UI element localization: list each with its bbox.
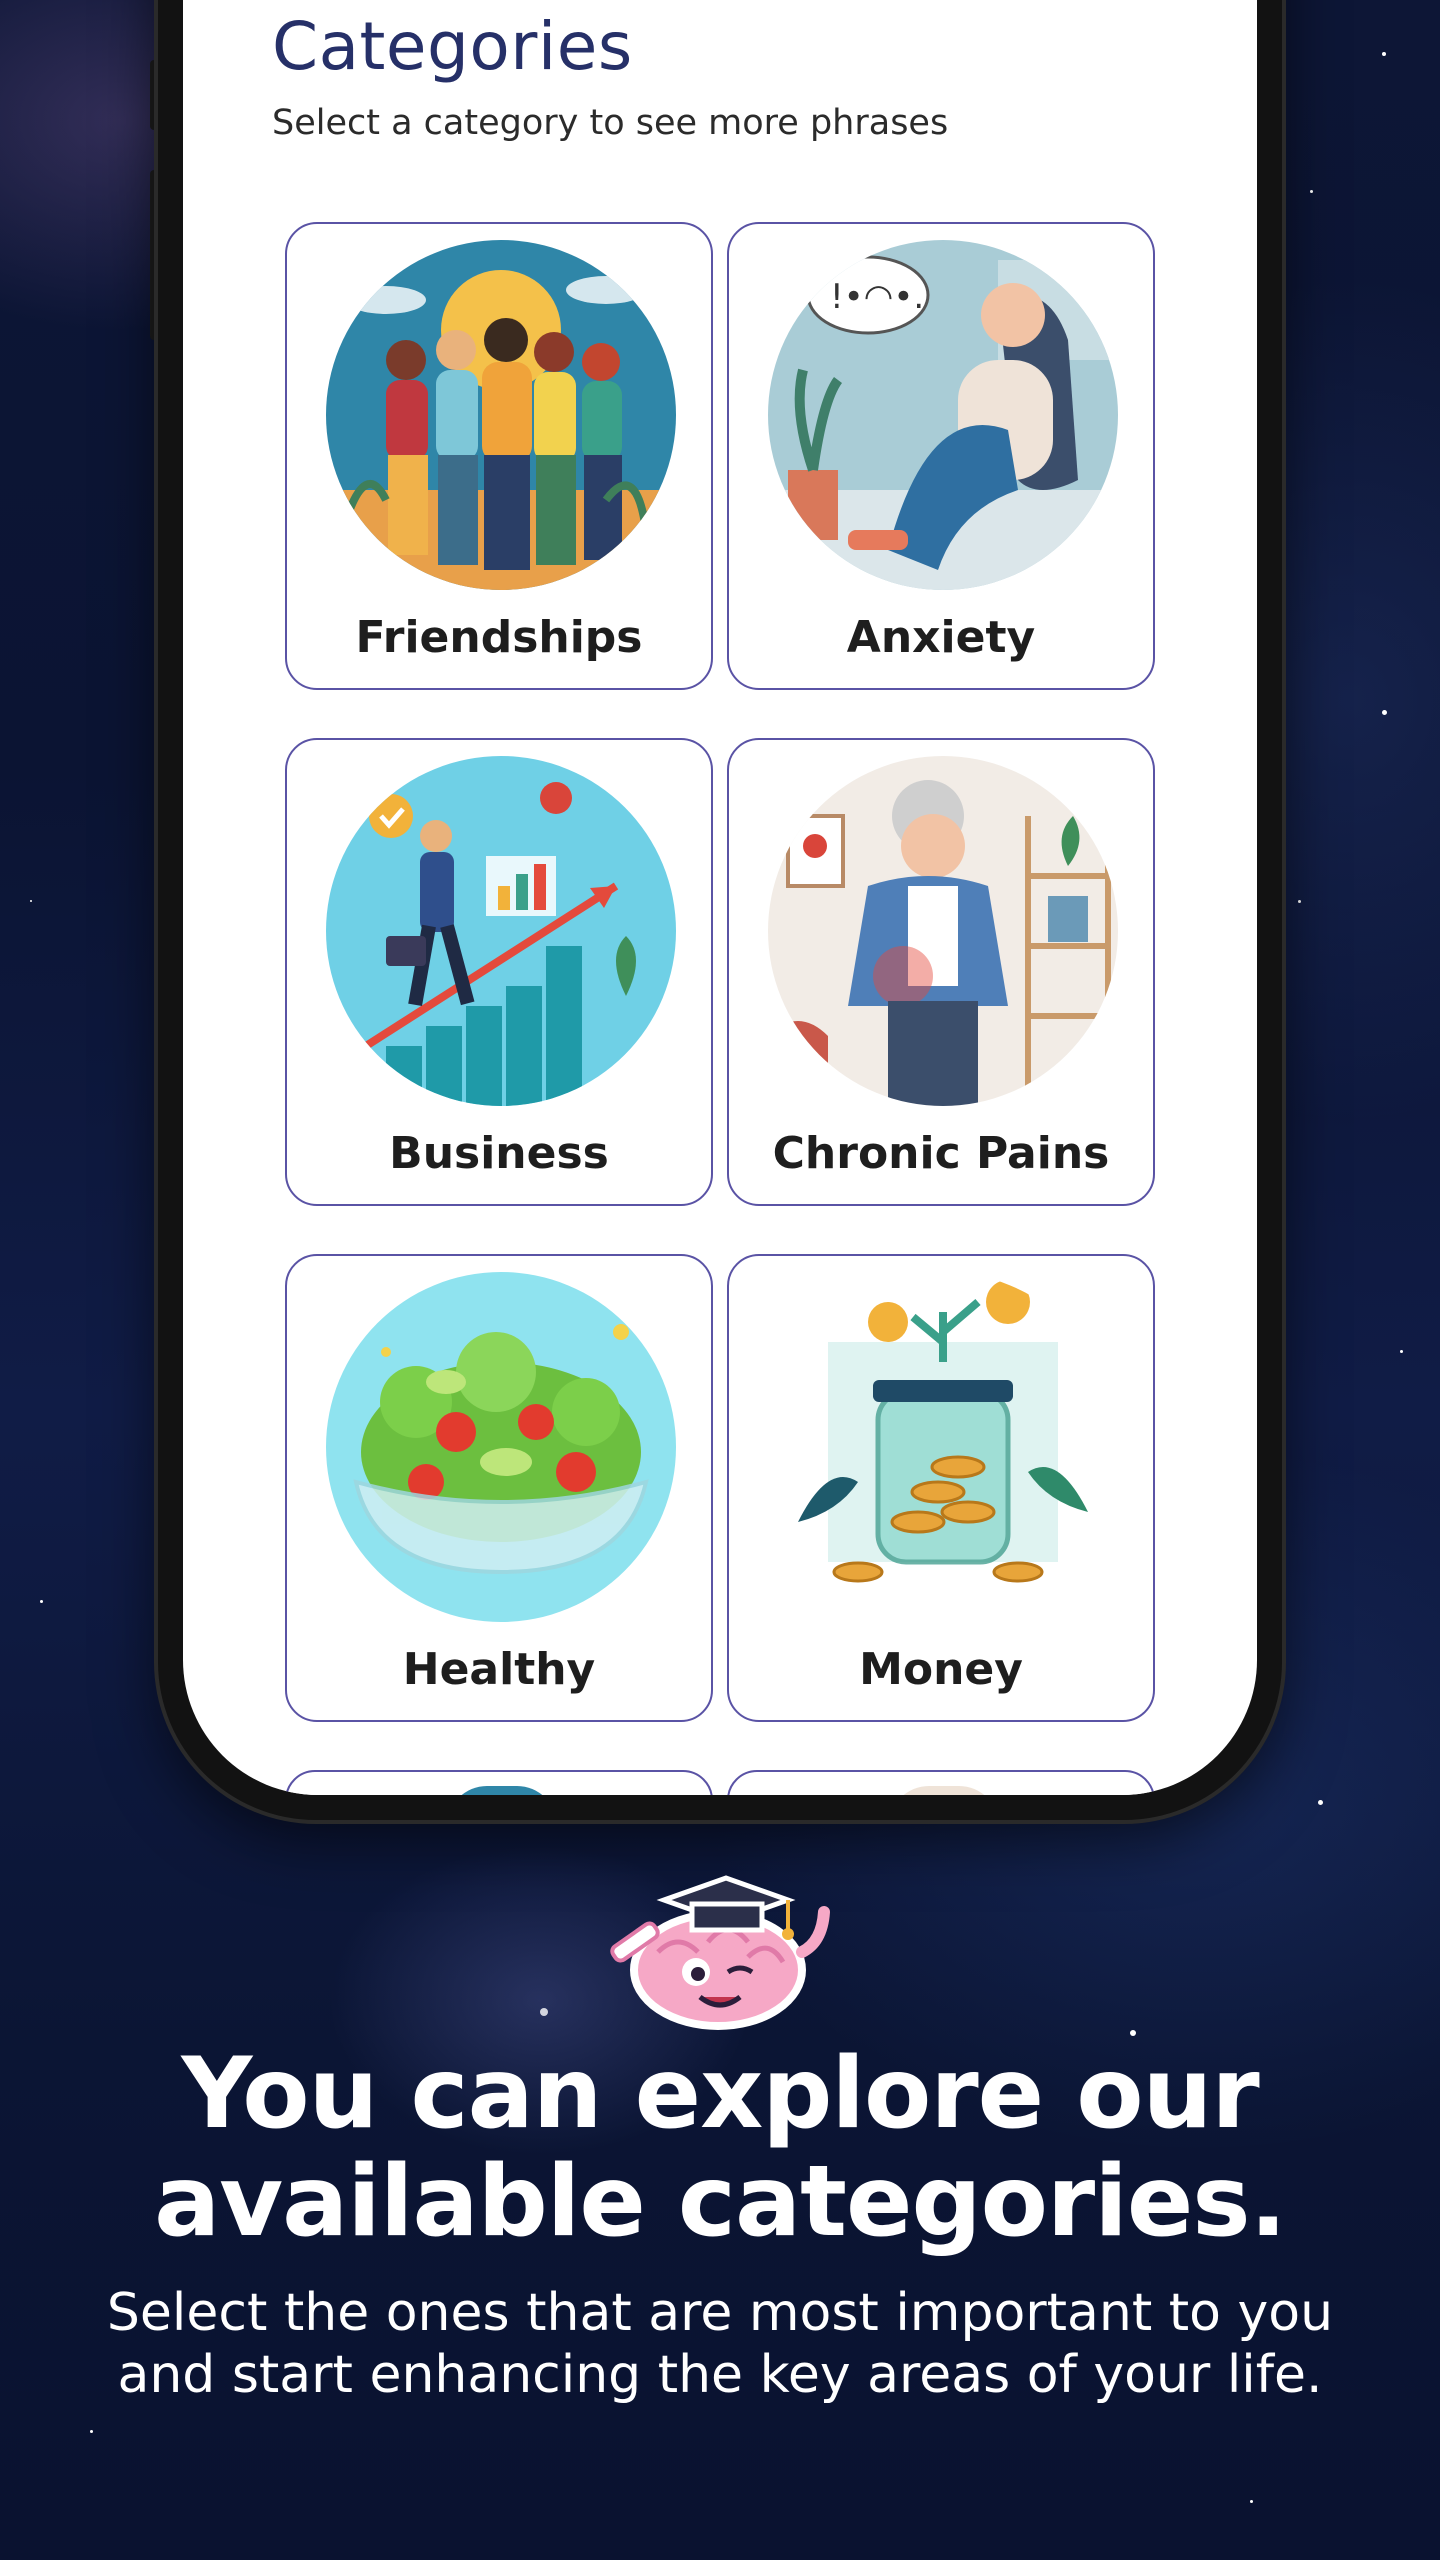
category-illustration-partial <box>447 1786 557 1795</box>
category-label: Healthy <box>402 1644 596 1695</box>
promo-description: Select the ones that are most important … <box>0 2282 1440 2406</box>
category-illustration-partial <box>889 1786 999 1795</box>
anxiety-illustration: !•◠•. <box>768 240 1118 590</box>
category-label: Friendships <box>355 612 643 663</box>
page-subtitle: Select a category to see more phrases <box>272 103 949 143</box>
category-label: Chronic Pains <box>772 1128 1110 1179</box>
category-card-chronic-pains[interactable]: Chronic Pains <box>727 738 1155 1206</box>
promo-description-line: and start enhancing the key areas of you… <box>117 2345 1323 2405</box>
promo-headline-line: available categories. <box>154 2145 1287 2259</box>
category-card-money[interactable]: Money <box>727 1254 1155 1722</box>
category-label: Money <box>859 1644 1023 1695</box>
category-label: Business <box>389 1128 609 1179</box>
category-card-business[interactable]: Business <box>285 738 713 1206</box>
promo-headline-line: You can explore our <box>181 2037 1259 2151</box>
business-illustration <box>326 756 676 1106</box>
svg-text:!•◠•.: !•◠•. <box>830 277 924 317</box>
chronic-pains-illustration <box>768 756 1118 1106</box>
phone-screen: Categories Select a category to see more… <box>183 0 1257 1795</box>
category-card-partial[interactable] <box>727 1770 1155 1795</box>
money-illustration <box>768 1272 1118 1622</box>
category-label: Anxiety <box>846 612 1036 663</box>
category-card-friendships[interactable]: Friendships <box>285 222 713 690</box>
brain-mascot-icon <box>588 1852 848 2032</box>
category-card-partial[interactable] <box>285 1770 713 1795</box>
category-card-anxiety[interactable]: !•◠•. Anxiety <box>727 222 1155 690</box>
healthy-illustration <box>326 1272 676 1622</box>
friendships-illustration <box>326 240 676 590</box>
category-card-healthy[interactable]: Healthy <box>285 1254 713 1722</box>
promo-headline: You can explore our available categories… <box>0 2040 1440 2256</box>
promo-description-line: Select the ones that are most important … <box>106 2283 1334 2343</box>
page-title: Categories <box>272 8 633 85</box>
